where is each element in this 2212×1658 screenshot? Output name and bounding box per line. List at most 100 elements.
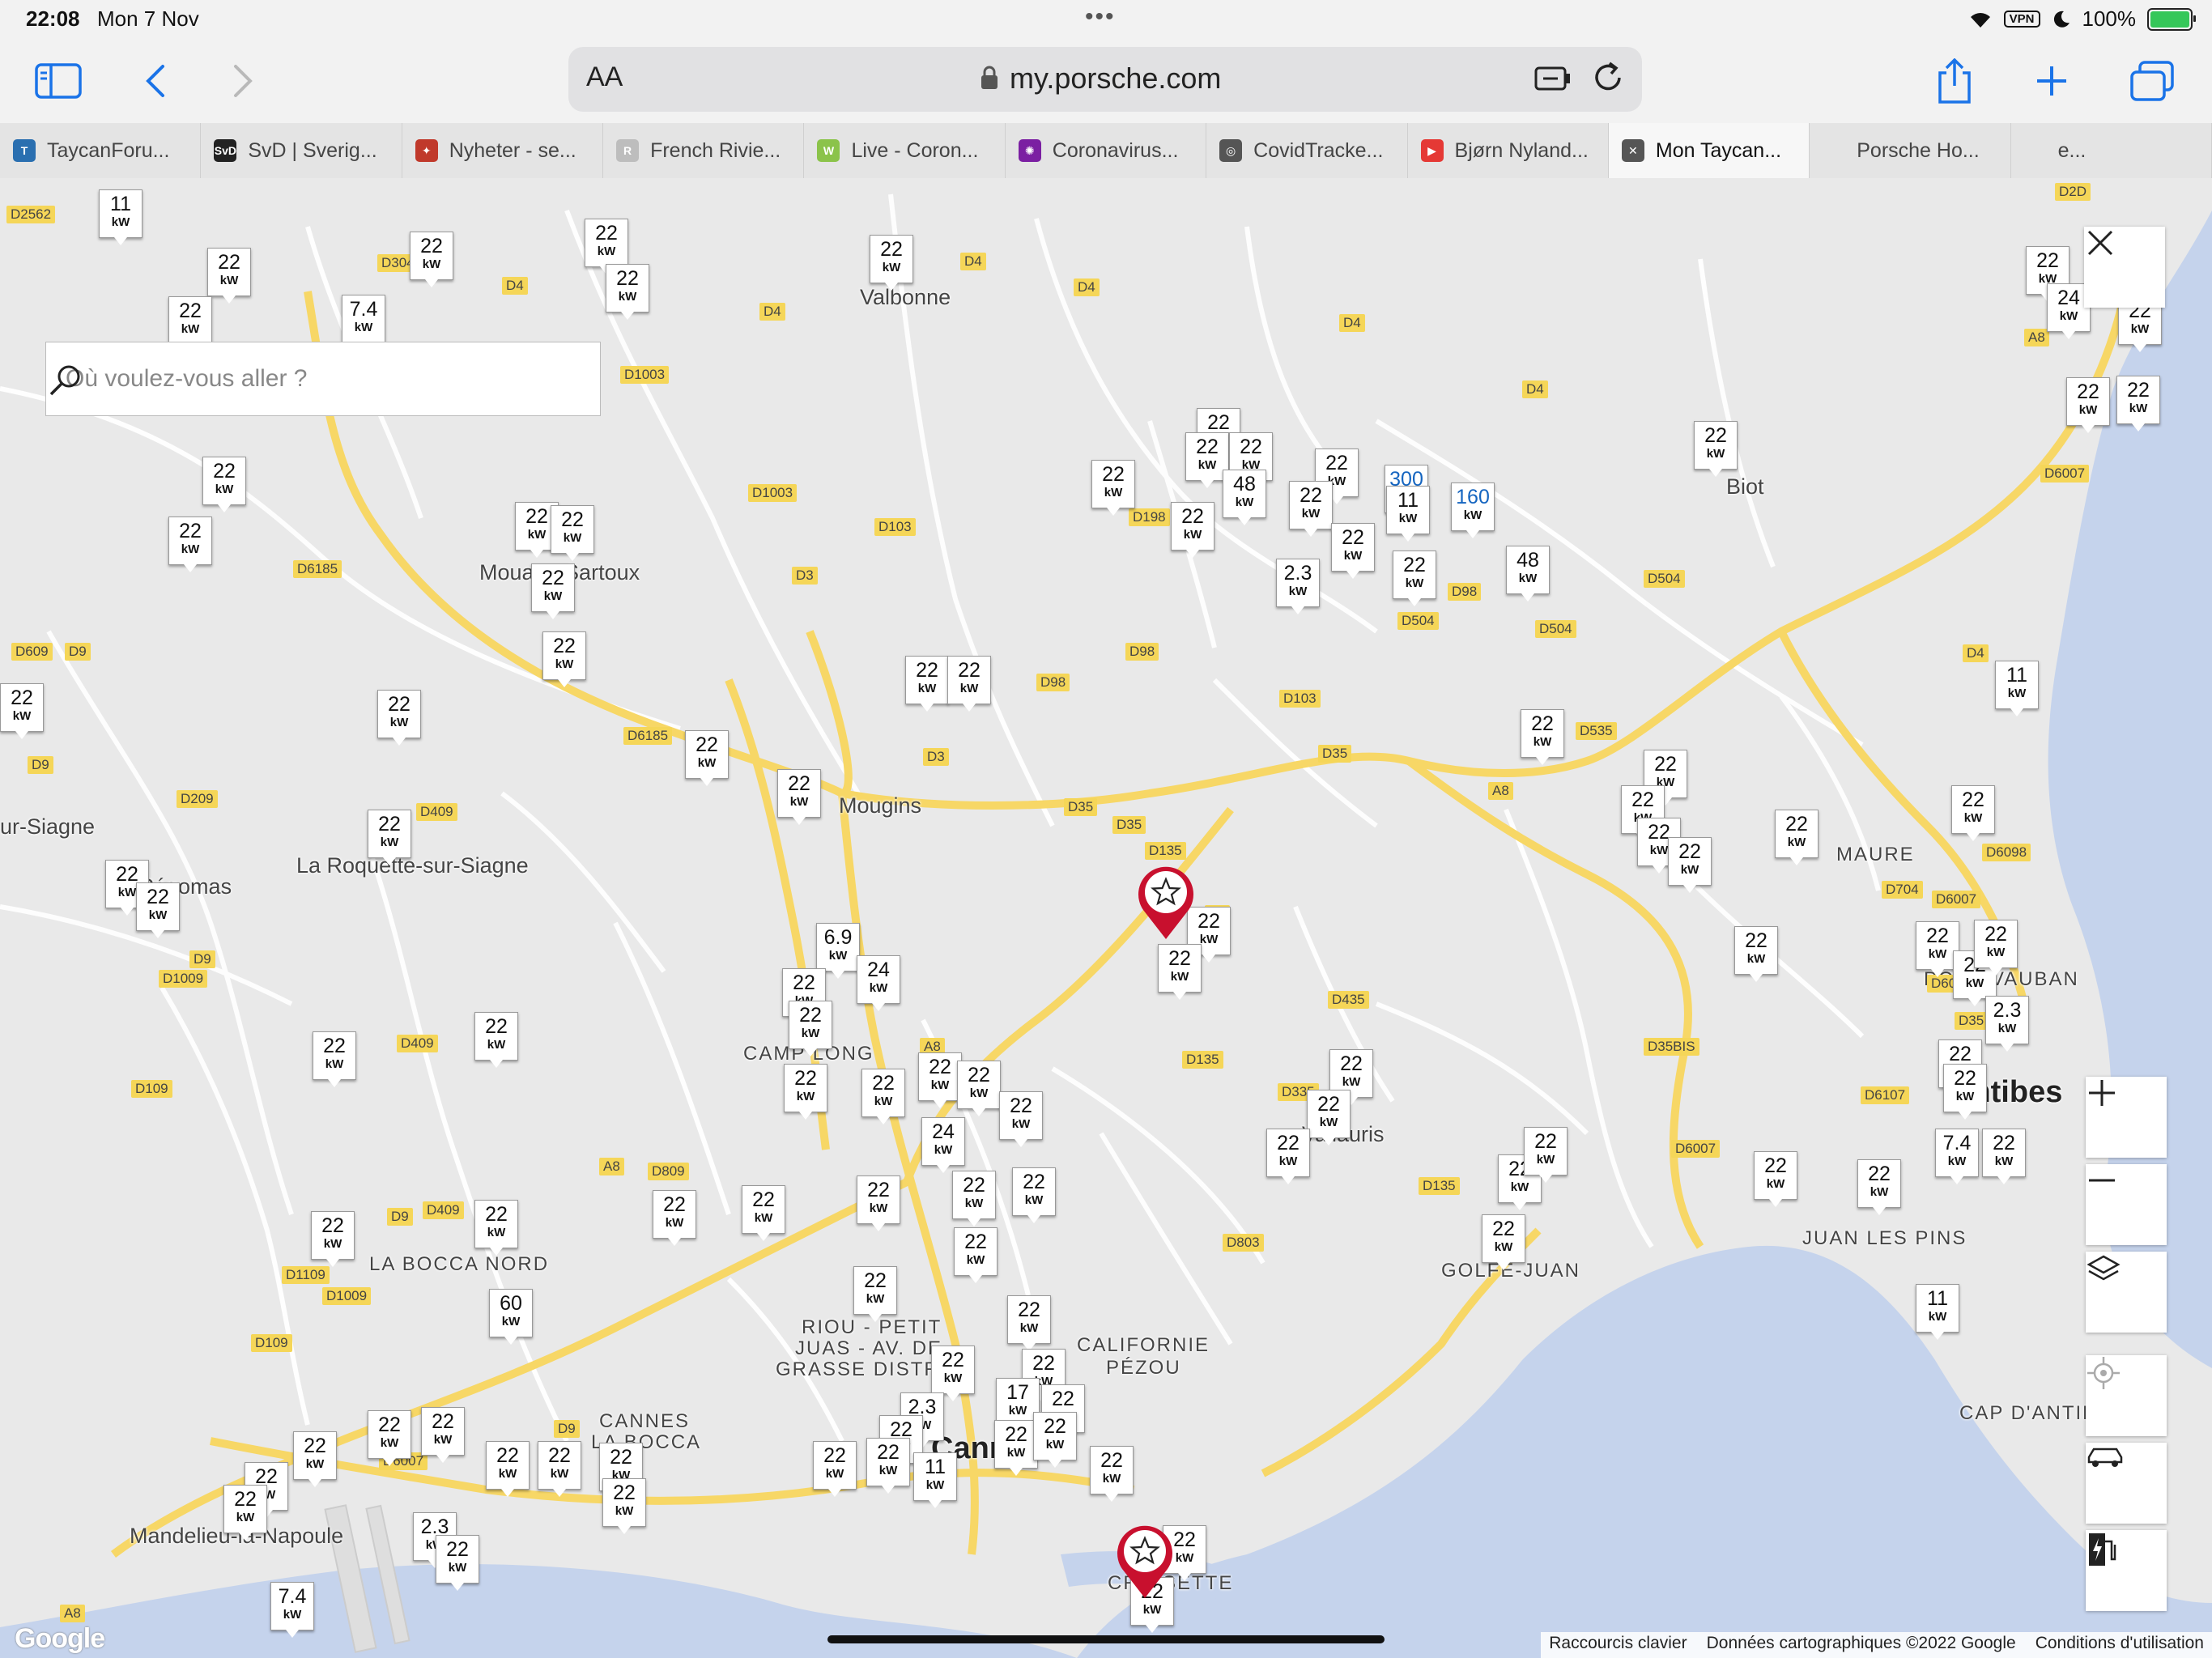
tab-4[interactable]: W Live - Coron... [804,123,1006,178]
charger-marker[interactable]: 22kW [742,1185,785,1241]
charger-marker[interactable]: 22kW [311,1211,355,1267]
charger-marker[interactable]: 22kW [1943,1064,1987,1120]
charger-marker[interactable]: 22kW [606,264,649,320]
reader-options-button[interactable]: AA [586,62,623,93]
charger-marker[interactable]: 22kW [551,505,594,561]
charger-marker[interactable]: 22kW [1857,1159,1901,1215]
keyboard-shortcuts-link[interactable]: Raccourcis clavier [1549,1634,1687,1656]
new-tab-icon[interactable] [2027,57,2076,105]
charger-marker[interactable]: 22kW [0,683,44,739]
charger-marker[interactable]: 11 kW [1916,1284,1959,1340]
zoom-in-button[interactable] [2086,1077,2167,1158]
charger-marker[interactable]: 11 kW [1386,486,1430,542]
charger-marker[interactable]: 22kW [1668,837,1712,893]
charger-marker[interactable]: 22kW [1289,481,1333,537]
charger-marker[interactable]: 11 kW [1995,661,2039,716]
charger-marker[interactable]: 48 kW [1506,546,1550,602]
charger-marker[interactable]: 48 kW [1223,470,1266,525]
charger-marker[interactable]: 22kW [421,1407,465,1463]
search-icon[interactable] [46,360,85,399]
charger-marker[interactable]: 22kW [853,1266,897,1322]
charger-marker[interactable]: 22kW [931,1346,975,1401]
charger-marker[interactable]: 22kW [474,1200,518,1256]
charger-marker[interactable]: 22kW [918,1052,962,1108]
charger-marker[interactable]: 22kW [2116,376,2160,432]
charger-marker[interactable]: 160 kW [1451,483,1495,538]
charger-marker[interactable]: 22kW [207,248,251,304]
share-icon[interactable] [1930,57,1979,105]
charger-marker[interactable]: 22kW [952,1171,996,1226]
charger-marker[interactable]: 2.3kW [1276,559,1320,614]
back-icon[interactable] [131,57,180,105]
charger-marker[interactable]: 22kW [870,235,913,291]
charger-marker[interactable]: 22kW [602,1478,646,1534]
charger-marker[interactable]: 22kW [1007,1295,1051,1351]
extension-icon[interactable] [1534,62,1572,94]
charger-marker[interactable]: 22kW [168,296,212,352]
charger-marker[interactable]: 22kW [436,1535,479,1591]
charger-marker[interactable]: 22kW [1521,709,1564,765]
map-canvas[interactable]: MouginsBiotLa Roquette-sur-SiagneMouans-… [0,178,2212,1658]
close-map-button[interactable] [2084,227,2165,308]
charger-marker[interactable]: 22kW [947,656,991,712]
charger-marker[interactable]: 22kW [223,1485,267,1541]
charger-marker[interactable]: 22kW [1524,1127,1568,1183]
charger-marker[interactable]: 7.4 kW [342,295,385,351]
charger-marker[interactable]: 22kW [486,1441,530,1497]
address-bar[interactable]: AA my.porsche.com [568,47,1642,112]
tab-3[interactable]: R French Rivie... [603,123,805,178]
charger-marker[interactable]: 11 kW [99,189,143,245]
charger-marker[interactable]: 22kW [136,882,180,938]
favourite-location-pin-icon[interactable] [1114,1522,1176,1600]
favourite-location-pin-icon[interactable] [1135,863,1197,941]
zoom-out-button[interactable] [2086,1164,2167,1245]
charger-marker[interactable]: 22kW [1482,1214,1525,1270]
charger-marker[interactable]: 22kW [1307,1090,1351,1146]
charger-marker[interactable]: 22kW [1158,944,1202,1000]
charger-marker[interactable]: 22kW [1982,1129,2026,1184]
locate-me-button[interactable] [2086,1355,2167,1436]
charger-marker[interactable]: 22kW [368,810,411,865]
charger-marker[interactable]: 22kW [293,1431,337,1487]
charger-marker[interactable]: 22kW [1694,421,1738,477]
charger-marker[interactable]: 22kW [1091,460,1135,516]
tab-5[interactable]: ✺ Coronavirus... [1006,123,1207,178]
charger-marker[interactable]: 22kW [653,1190,696,1246]
charger-marker[interactable]: 6.9 kW [816,923,860,979]
layers-button[interactable] [2086,1252,2167,1333]
charger-marker[interactable]: 22kW [999,1091,1043,1147]
charger-marker[interactable]: 22kW [377,690,421,746]
tab-overview-icon[interactable] [2128,57,2176,105]
charging-filter-button[interactable] [2086,1530,2167,1611]
charger-marker[interactable]: 7.4 kW [270,1582,314,1638]
charger-marker[interactable]: 22kW [368,1410,411,1466]
reload-icon[interactable] [1590,60,1626,96]
forward-icon[interactable] [219,57,267,105]
charger-marker[interactable]: 22kW [1974,920,2018,976]
charger-marker[interactable]: 22kW [1393,551,1436,606]
charger-marker[interactable]: 22kW [685,730,729,786]
tab-0[interactable]: T TaycanForu... [0,123,202,178]
charger-marker[interactable]: 22kW [202,457,246,512]
charger-marker[interactable]: 22kW [1331,523,1375,579]
charger-marker[interactable]: 22kW [1033,1412,1077,1468]
charger-marker[interactable]: 22kW [813,1441,857,1497]
charger-marker[interactable]: 22kW [313,1031,356,1087]
charger-marker[interactable]: 2.3kW [1985,996,2029,1052]
charger-marker[interactable]: 24 kW [921,1117,965,1173]
charger-marker[interactable]: 22kW [168,517,212,572]
charger-marker[interactable]: 22kW [861,1069,905,1124]
multitasking-dots[interactable]: ••• [1085,3,1116,31]
terms-link[interactable]: Conditions d'utilisation [2035,1634,2204,1656]
charger-marker[interactable]: 22kW [789,1001,832,1056]
charger-marker[interactable]: 22kW [994,1420,1038,1476]
destination-search-input[interactable] [64,360,521,397]
tab-10[interactable]: e... [2011,123,2212,178]
charger-marker[interactable]: 22kW [410,232,453,287]
charger-marker[interactable]: 22kW [1754,1151,1797,1207]
tab-6[interactable]: ◎ CovidTracke... [1206,123,1408,178]
charger-marker[interactable]: 22kW [538,1441,581,1497]
home-indicator[interactable] [827,1635,1385,1643]
charger-marker[interactable]: 22kW [777,769,821,825]
charger-marker[interactable]: 22kW [1012,1167,1056,1223]
